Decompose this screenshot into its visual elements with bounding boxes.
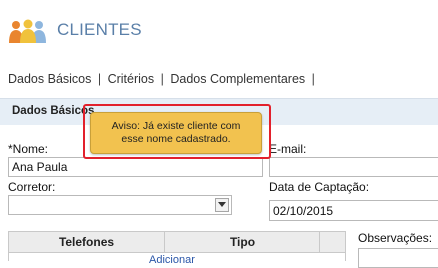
column-divider — [319, 232, 320, 252]
phones-table-header: Telefones Tipo — [9, 232, 345, 253]
tab-criterios[interactable]: Critérios — [108, 72, 155, 86]
observacoes-textarea[interactable] — [358, 248, 438, 268]
users-group-icon — [8, 18, 48, 44]
page-title: CLIENTES — [57, 20, 142, 39]
tab-dados-complementares[interactable]: Dados Complementares — [170, 72, 305, 86]
tab-separator: | — [97, 72, 102, 86]
tab-separator: | — [311, 72, 315, 86]
corretor-select[interactable] — [8, 195, 232, 215]
email-input[interactable] — [269, 157, 438, 177]
data-captacao-input[interactable] — [269, 200, 438, 221]
chevron-down-icon[interactable] — [215, 198, 229, 212]
corretor-label: Corretor: — [8, 180, 56, 194]
column-header-telefones: Telefones — [58, 235, 115, 249]
highlight-outline — [83, 104, 271, 159]
observacoes-label: Observações: — [358, 231, 433, 245]
tab-separator: | — [160, 72, 164, 86]
phones-table: Telefones Tipo Adicionar — [8, 231, 346, 266]
data-captacao-label: Data de Captação: — [269, 180, 370, 194]
add-phone-link[interactable]: Adicionar — [149, 254, 195, 266]
column-header-tipo: Tipo — [229, 235, 256, 249]
tab-bar: Dados Básicos | Critérios | Dados Comple… — [8, 72, 318, 86]
nome-input[interactable] — [8, 157, 263, 177]
nome-label: *Nome: — [8, 142, 49, 156]
email-label: E-mail: — [269, 142, 307, 156]
tab-dados-basicos[interactable]: Dados Básicos — [8, 72, 91, 86]
